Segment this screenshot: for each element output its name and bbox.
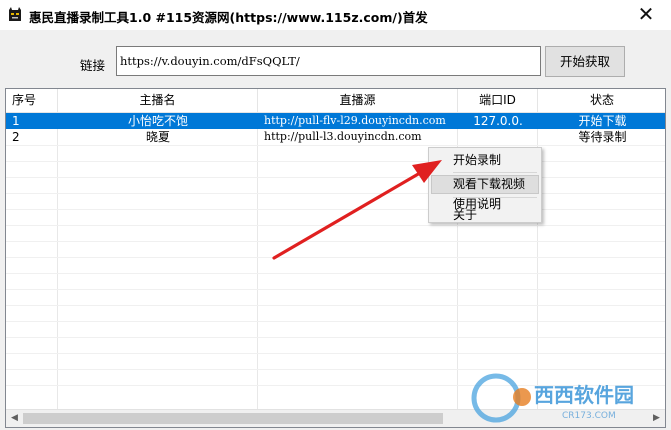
menu-item-watch-downloads[interactable]: 观看下载视频 [431,175,539,194]
cell-name: 晓夏 [145,130,170,144]
menu-item-start-recording[interactable]: 开始录制 [431,151,539,170]
cell-index: 2 [12,130,20,144]
cell-port: 127.0.0. [473,114,523,128]
title-bar: 惠民直播录制工具1.0 #115资源网(https://www.115z.com… [0,0,671,30]
column-header-status[interactable]: 状态 [538,89,665,113]
column-header-source[interactable]: 直播源 [258,89,458,113]
close-button[interactable]: ✕ [621,0,671,30]
column-header-index[interactable]: 序号 [6,89,58,113]
table-row[interactable]: 2 晓夏 http://pull-l3.douyincdn.com 等待录制 [6,129,665,145]
client-area: 链接 https://v.douyin.com/dFsQQLT/ 开始获取 序号… [0,30,671,430]
close-icon: ✕ [637,2,655,26]
cell-source: http://pull-flv-l29.douyincdn.com [264,114,446,127]
cell-name: 小怡吃不饱 [127,114,188,128]
scroll-left-icon[interactable]: ◀ [6,410,23,427]
scrollbar-thumb[interactable] [23,413,443,424]
menu-item-about[interactable]: 关于 [431,208,539,222]
cell-port [458,129,538,145]
column-header-port[interactable]: 端口ID [458,89,538,113]
link-input[interactable]: https://v.douyin.com/dFsQQLT/ [116,46,541,76]
link-label: 链接 [80,58,106,73]
context-menu: 开始录制 观看下载视频 使用说明 关于 [428,147,542,223]
app-icon [9,7,21,21]
svg-text:CR173.COM: CR173.COM [562,411,616,421]
cell-status: 等待录制 [578,130,627,144]
cell-status: 开始下载 [578,114,627,128]
cell-source: http://pull-l3.douyincdn.com [264,130,422,143]
site-watermark-logo: 西西软件园 CR173.COM [471,373,634,423]
table-row[interactable]: 1 小怡吃不饱 http://pull-flv-l29.douyincdn.co… [6,113,665,129]
svg-text:西西软件园: 西西软件园 [534,383,634,407]
start-fetch-button[interactable]: 开始获取 [545,46,625,77]
cell-index: 1 [12,114,20,128]
menu-separator [453,172,537,173]
table-header: 序号 主播名 直播源 端口ID 状态 [6,89,665,113]
window-title: 惠民直播录制工具1.0 #115资源网(https://www.115z.com… [29,10,428,25]
column-header-name[interactable]: 主播名 [58,89,258,113]
